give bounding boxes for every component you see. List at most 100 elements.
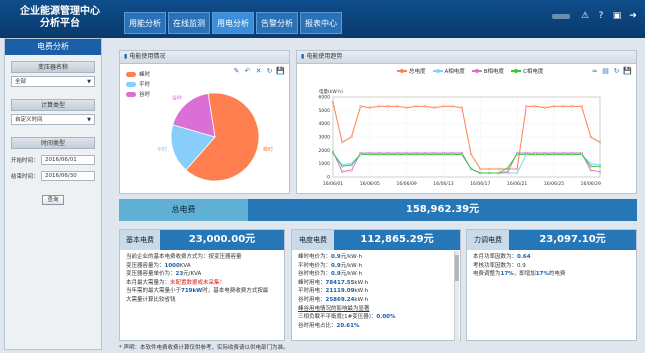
data-point[interactable]	[561, 105, 565, 108]
data-point[interactable]	[571, 153, 574, 156]
data-point[interactable]	[534, 105, 537, 108]
data-point[interactable]	[506, 166, 510, 169]
data-point[interactable]	[331, 151, 335, 155]
data-point[interactable]	[598, 165, 602, 168]
data-point[interactable]	[497, 167, 500, 171]
tab-alarm-analysis[interactable]: 告警分析	[256, 12, 298, 34]
detail-value: 0.9	[517, 262, 526, 269]
detail-line: 当年需的最大需量小于719kW时，基本电费收费方式按最	[126, 287, 278, 296]
data-point[interactable]	[368, 106, 372, 109]
data-point[interactable]	[414, 153, 418, 156]
series-line[interactable]	[332, 102, 601, 170]
data-point[interactable]	[359, 105, 362, 108]
data-point[interactable]	[433, 106, 436, 109]
data-point[interactable]	[543, 106, 546, 109]
data-point[interactable]	[359, 153, 362, 156]
detail-key: 变压器容量单价为：	[126, 271, 176, 278]
data-point[interactable]	[469, 167, 473, 171]
data-point[interactable]	[396, 153, 399, 156]
data-point[interactable]	[377, 105, 381, 108]
data-point[interactable]	[515, 167, 519, 171]
data-point[interactable]	[377, 153, 381, 156]
data-point[interactable]	[331, 101, 335, 104]
start-date-input[interactable]: 2016/06/01	[41, 155, 95, 165]
data-point[interactable]	[350, 163, 353, 167]
data-point[interactable]	[368, 153, 372, 156]
data-point[interactable]	[451, 153, 454, 156]
monitor-icon[interactable]: ▣	[611, 10, 623, 22]
data-point[interactable]	[387, 153, 390, 156]
data-point[interactable]	[350, 169, 353, 172]
data-point[interactable]	[552, 105, 556, 108]
tab-electricity-analysis[interactable]: 用电分析	[212, 12, 254, 34]
data-point[interactable]	[396, 105, 399, 108]
x-tick-label: 16/06/25	[544, 181, 564, 187]
data-point[interactable]	[497, 171, 500, 175]
series-line[interactable]	[332, 152, 601, 174]
data-point[interactable]	[460, 106, 464, 109]
detail-unit: 元/kW·h	[340, 262, 362, 269]
details-scrollbar[interactable]	[454, 251, 459, 341]
data-point[interactable]	[387, 105, 390, 108]
data-point[interactable]	[460, 153, 464, 156]
data-point[interactable]	[525, 105, 528, 108]
data-point[interactable]	[442, 153, 445, 156]
data-point[interactable]	[423, 105, 427, 108]
data-point[interactable]	[488, 167, 491, 171]
data-point[interactable]	[543, 153, 546, 156]
data-point[interactable]	[589, 169, 592, 172]
detail-line: 当前企业的基本电费收费方式为：按变压器容量	[126, 254, 242, 260]
tab-report-center[interactable]: 报表中心	[300, 12, 342, 34]
detail-line: 电费调整为17%，即增加17%的电费	[473, 270, 630, 279]
calc-type-select[interactable]: 自定义时间 ▼	[11, 114, 95, 125]
data-point[interactable]	[341, 141, 344, 144]
data-point[interactable]	[350, 135, 353, 139]
detail-link[interactable]: 峰谷用电情况的影响最为显著	[298, 305, 450, 314]
data-point[interactable]	[479, 167, 482, 171]
detail-value: 0.9	[331, 271, 341, 278]
data-point[interactable]	[479, 171, 482, 175]
tab-energy-analysis[interactable]: 用能分析	[124, 12, 166, 34]
data-point[interactable]	[451, 105, 454, 108]
data-point[interactable]	[571, 105, 574, 108]
data-point[interactable]	[405, 153, 408, 156]
data-point[interactable]	[433, 153, 436, 156]
data-point[interactable]	[589, 162, 592, 165]
detail-line: 考核功率因数为：0.9	[473, 262, 630, 271]
data-point[interactable]	[552, 153, 556, 156]
data-point[interactable]	[515, 171, 519, 175]
tab-online-monitoring[interactable]: 在线监测	[168, 12, 210, 34]
data-point[interactable]	[405, 106, 408, 109]
data-point[interactable]	[598, 141, 602, 144]
data-point[interactable]	[341, 170, 344, 173]
query-button[interactable]: 查询	[42, 195, 64, 205]
end-date-input[interactable]: 2016/06/30	[41, 171, 95, 181]
data-point[interactable]	[589, 165, 592, 168]
y-tick-label: 5000	[319, 108, 331, 114]
data-point[interactable]	[580, 153, 583, 156]
data-point[interactable]	[423, 153, 427, 156]
scrollbar-thumb[interactable]	[455, 255, 459, 281]
data-point[interactable]	[580, 105, 583, 108]
data-point[interactable]	[488, 171, 491, 175]
data-point[interactable]	[469, 153, 473, 156]
data-point[interactable]	[506, 170, 510, 173]
user-name[interactable]	[552, 13, 570, 19]
data-point[interactable]	[598, 170, 602, 173]
app-brand: 企业能源管理中心 分析平台	[4, 6, 116, 30]
alert-icon[interactable]: ⚠	[579, 10, 591, 22]
transformer-select[interactable]: 全部 ▼	[11, 76, 95, 87]
data-point[interactable]	[534, 153, 537, 156]
basic-fee-header: 基本电费 23,000.00元	[120, 230, 284, 250]
data-point[interactable]	[525, 153, 528, 156]
data-point[interactable]	[515, 153, 519, 156]
detail-warning: 未配置数据或未采集！	[170, 279, 226, 286]
series-line[interactable]	[332, 152, 600, 174]
help-icon[interactable]: ?	[595, 10, 607, 22]
logout-icon[interactable]: ➜	[627, 10, 639, 22]
data-point[interactable]	[442, 105, 445, 108]
data-point[interactable]	[561, 153, 565, 156]
data-point[interactable]	[589, 135, 592, 139]
data-point[interactable]	[341, 165, 344, 168]
data-point[interactable]	[414, 105, 418, 108]
